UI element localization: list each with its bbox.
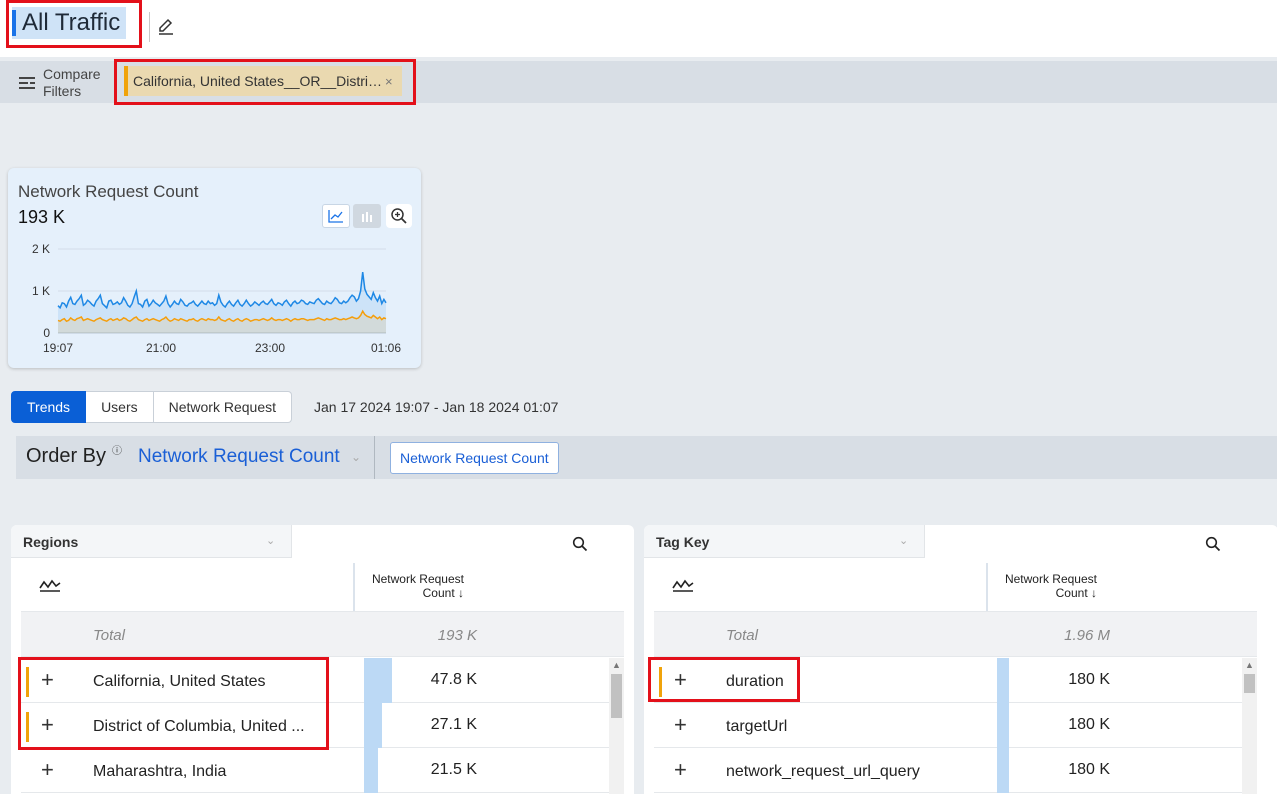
divider [374,436,375,479]
column-header-network-request-count[interactable]: Network Request Count ↓ [994,572,1097,600]
tab-trends[interactable]: Trends [11,391,87,423]
order-by-bar: Order By ⓘ Network Request Count ⌄ Netwo… [16,436,1277,479]
zoom-button[interactable] [386,204,412,228]
bar-chart-toggle[interactable] [353,204,381,228]
x-tick-label: 01:06 [371,341,401,355]
column-header-network-request-count[interactable]: Network Request Count ↓ [361,572,464,600]
selection-highlight [648,657,800,702]
row-value: 27.1 K [430,716,477,733]
row-value: 47.8 K [430,671,477,688]
info-icon[interactable]: ⓘ [112,442,122,457]
add-filter-icon[interactable]: + [674,757,687,783]
date-range: Jan 17 2024 19:07 - Jan 18 2024 01:07 [314,399,559,415]
line-chart-toggle[interactable] [322,204,350,228]
x-tick-label: 19:07 [43,341,73,355]
y-tick-label: 0 [43,326,50,340]
bar-chart-icon [362,212,372,222]
order-by-label: Order By [26,445,107,467]
total-label: Total [93,627,125,644]
row-label: targetUrl [726,718,788,735]
y-tick-label: 2 K [32,242,50,256]
metric-button[interactable]: Network Request Count [390,442,559,474]
total-row: Total 1.96 M [654,612,1257,657]
add-filter-icon[interactable]: + [41,757,54,783]
row-value: 180 K [1068,671,1110,688]
row-value: 180 K [1068,761,1110,778]
search-icon[interactable] [1205,536,1221,552]
dimension-select-label: Regions [23,534,79,550]
dimension-select[interactable]: Tag Key ⌄ [644,525,925,558]
compare-filters-icon [19,77,35,89]
scrollbar[interactable]: ▲ [1242,658,1257,794]
column-divider [986,563,988,611]
selection-highlight [18,657,329,750]
title-highlight [6,0,142,48]
network-request-chart: 0 1 K 2 K 19:07 21:00 23:00 01:06 [32,242,401,355]
x-tick-label: 23:00 [255,341,285,355]
compare-filters-button[interactable]: Compare Filters [18,66,113,100]
scroll-up-icon[interactable]: ▲ [1245,660,1254,670]
add-filter-icon[interactable]: + [674,712,687,738]
tab-network-request[interactable]: Network Request [153,391,293,423]
metric-card-title: Network Request Count [18,182,199,201]
metric-card-value: 193 K [18,207,66,227]
scroll-thumb[interactable] [1244,674,1255,693]
sparkline-icon[interactable] [672,577,694,593]
divider [149,12,150,42]
row-label: network_request_url_query [726,763,920,780]
dimension-select-label: Tag Key [656,534,710,550]
compare-filters-label: Compare Filters [43,66,101,99]
y-tick-label: 1 K [32,284,50,298]
order-by-select[interactable]: Network Request Count [138,446,340,468]
chevron-down-icon[interactable]: ⌄ [351,450,361,464]
x-tick-label: 21:00 [146,341,176,355]
column-divider [353,563,355,611]
tab-users[interactable]: Users [86,391,154,423]
sparkline-icon[interactable] [39,577,61,593]
total-label: Total [726,627,758,644]
scroll-thumb[interactable] [611,674,622,718]
scrollbar[interactable]: ▲ [609,658,624,794]
view-tabs: Trends Users Network Request [11,391,293,423]
row-value: 21.5 K [430,761,477,778]
table-row[interactable]: + Maharashtra, India 21.5 K [21,748,609,793]
search-icon[interactable] [572,536,588,552]
total-row: Total 193 K [21,612,624,657]
line-chart-icon [328,210,343,223]
row-value: 180 K [1068,716,1110,733]
table-row[interactable]: + network_request_url_query 180 K [654,748,1242,793]
row-label: Maharashtra, India [93,763,227,780]
dimension-select[interactable]: Regions ⌄ [11,525,292,558]
edit-icon[interactable] [156,16,176,36]
table-row[interactable]: + targetUrl 180 K [654,703,1242,748]
metric-card: Network Request Count 193 K 0 1 K 2 K 19:07… [8,168,421,368]
chevron-down-icon: ⌄ [899,535,909,547]
total-value: 193 K [437,627,477,644]
scroll-up-icon[interactable]: ▲ [612,660,621,670]
page-header: All Traffic [0,0,1277,57]
chip-highlight [114,59,416,105]
zoom-in-icon [391,208,407,224]
total-value: 1.96 M [1064,627,1110,644]
chevron-down-icon: ⌄ [266,535,276,547]
